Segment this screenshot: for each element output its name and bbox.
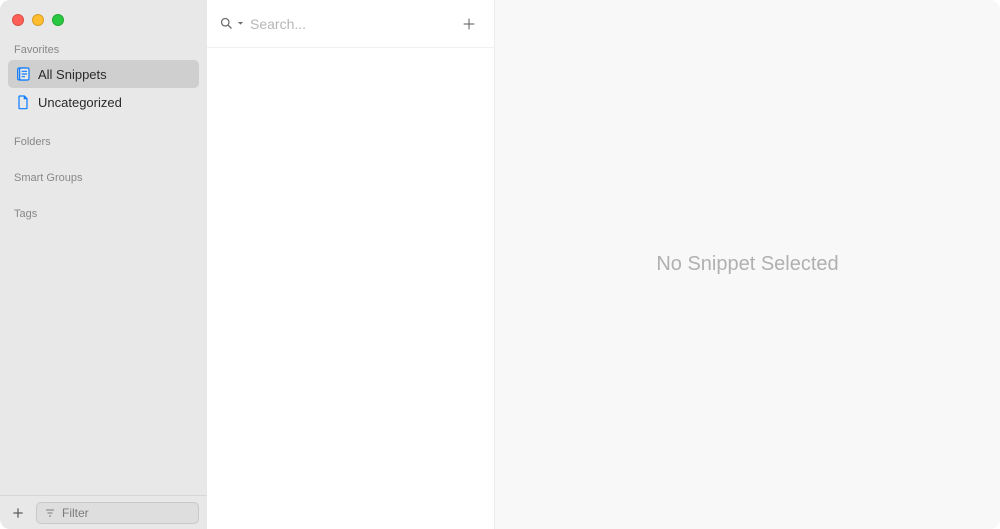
sidebar-item-all-snippets[interactable]: All Snippets [8,60,199,88]
filter-placeholder: Filter [62,506,89,520]
add-button[interactable] [8,503,28,523]
new-snippet-button[interactable] [456,11,482,37]
window-titlebar [0,0,207,30]
search-field[interactable] [219,16,448,32]
snippet-list-body [207,48,494,529]
filter-icon [43,506,57,520]
search-icon [219,16,245,31]
section-label-favorites: Favorites [0,38,207,60]
sidebar: Favorites All Snippets [0,0,207,529]
filter-field[interactable]: Filter [36,502,199,524]
search-input[interactable] [250,16,448,32]
section-label-smart-groups: Smart Groups [0,166,207,188]
snippet-detail-panel: No Snippet Selected [495,0,1000,529]
app-window: Favorites All Snippets [0,0,1000,529]
zoom-window-button[interactable] [52,14,64,26]
sidebar-item-label: Uncategorized [38,95,122,110]
section-label-tags: Tags [0,202,207,224]
all-snippets-icon [14,65,32,83]
uncategorized-icon [14,93,32,111]
minimize-window-button[interactable] [32,14,44,26]
snippet-list-column [207,0,495,529]
empty-state-message: No Snippet Selected [656,253,838,276]
section-label-folders: Folders [0,130,207,152]
sidebar-body: Favorites All Snippets [0,30,207,495]
chevron-down-icon [236,19,245,28]
sidebar-item-uncategorized[interactable]: Uncategorized [8,88,199,116]
snippet-list-toolbar [207,0,494,48]
sidebar-footer: Filter [0,495,207,529]
close-window-button[interactable] [12,14,24,26]
sidebar-item-label: All Snippets [38,67,107,82]
